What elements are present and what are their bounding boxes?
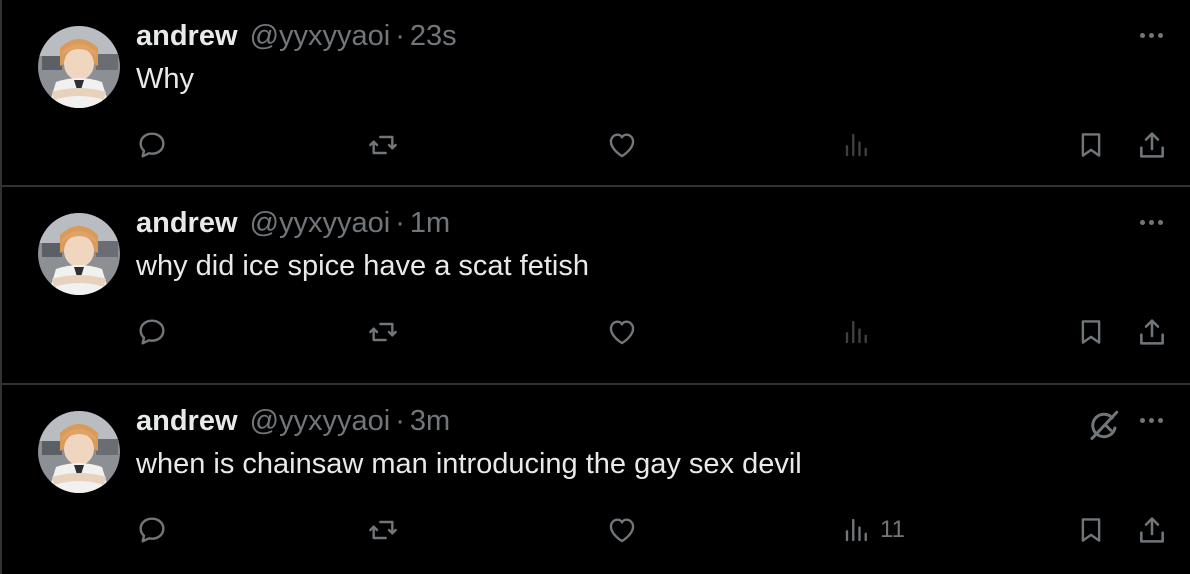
share-icon: [1140, 319, 1164, 345]
analytics-icon: [845, 518, 867, 542]
bookmark-button[interactable]: [1076, 125, 1106, 165]
separator-dot: ·: [395, 207, 405, 239]
avatar[interactable]: [38, 411, 120, 493]
share-icon: [1140, 517, 1164, 543]
tweet[interactable]: andrew @yyxyyaoi · 1m why did ice spice ha…: [0, 187, 1190, 385]
tweet-actions: [2, 125, 1190, 169]
display-name[interactable]: andrew: [136, 207, 238, 239]
avatar[interactable]: [38, 26, 120, 108]
share-button[interactable]: [1136, 125, 1168, 165]
display-name[interactable]: andrew: [136, 405, 238, 437]
grok-icon[interactable]: [1086, 407, 1122, 443]
timestamp[interactable]: 23s: [410, 20, 457, 52]
tweet-actions: 11: [2, 510, 1190, 554]
tweet-text: why did ice spice have a scat fetish: [136, 250, 589, 282]
analytics-button[interactable]: [842, 312, 880, 352]
bookmark-icon: [1081, 518, 1101, 542]
analytics-icon: [845, 133, 867, 157]
retweet-button[interactable]: [366, 312, 400, 352]
analytics-button[interactable]: [842, 125, 880, 165]
bookmark-icon: [1081, 133, 1101, 157]
tweet-header: andrew @yyxyyaoi · 3m: [136, 403, 450, 439]
user-handle[interactable]: @yyxyyaoi: [250, 20, 391, 52]
reply-button[interactable]: [136, 510, 168, 550]
heart-icon: [609, 133, 635, 158]
user-handle[interactable]: @yyxyyaoi: [250, 207, 391, 239]
more-icon[interactable]: [1134, 20, 1168, 50]
bookmark-icon: [1081, 320, 1101, 344]
reply-icon: [139, 517, 165, 543]
share-icon: [1140, 132, 1164, 158]
like-button[interactable]: [606, 125, 638, 165]
display-name[interactable]: andrew: [136, 20, 238, 52]
like-button[interactable]: [606, 312, 638, 352]
analytics-button[interactable]: 11: [842, 510, 905, 550]
retweet-icon: [369, 520, 397, 540]
tweet[interactable]: andrew @yyxyyaoi · 3m when is chainsaw man…: [0, 385, 1190, 574]
share-button[interactable]: [1136, 510, 1168, 550]
tweet-header: andrew @yyxyyaoi · 1m: [136, 205, 450, 241]
more-icon[interactable]: [1134, 207, 1168, 237]
retweet-button[interactable]: [366, 510, 400, 550]
avatar-image: [38, 213, 120, 295]
separator-dot: ·: [395, 405, 405, 437]
retweet-icon: [369, 135, 397, 155]
reply-button[interactable]: [136, 125, 168, 165]
reply-button[interactable]: [136, 312, 168, 352]
like-button[interactable]: [606, 510, 638, 550]
tweet-header: andrew @yyxyyaoi · 23s: [136, 18, 457, 54]
tweet-actions: [2, 312, 1190, 356]
timeline: andrew @yyxyyaoi · 23s Why andrew @yyxyy…: [0, 0, 1190, 574]
separator-dot: ·: [395, 20, 405, 52]
reply-icon: [139, 132, 165, 158]
retweet-icon: [369, 322, 397, 342]
heart-icon: [609, 518, 635, 543]
share-button[interactable]: [1136, 312, 1168, 352]
more-icon[interactable]: [1134, 405, 1168, 435]
bookmark-button[interactable]: [1076, 510, 1106, 550]
heart-icon: [609, 320, 635, 345]
avatar[interactable]: [38, 213, 120, 295]
avatar-image: [38, 26, 120, 108]
reply-icon: [139, 319, 165, 345]
tweet-text: Why: [136, 63, 194, 95]
retweet-button[interactable]: [366, 125, 400, 165]
tweet[interactable]: andrew @yyxyyaoi · 23s Why: [0, 0, 1190, 187]
avatar-image: [38, 411, 120, 493]
view-count: 11: [880, 516, 905, 543]
user-handle[interactable]: @yyxyyaoi: [250, 405, 391, 437]
timestamp[interactable]: 3m: [410, 405, 450, 437]
analytics-icon: [845, 320, 867, 344]
timestamp[interactable]: 1m: [410, 207, 450, 239]
bookmark-button[interactable]: [1076, 312, 1106, 352]
tweet-text: when is chainsaw man introducing the gay…: [136, 448, 802, 480]
